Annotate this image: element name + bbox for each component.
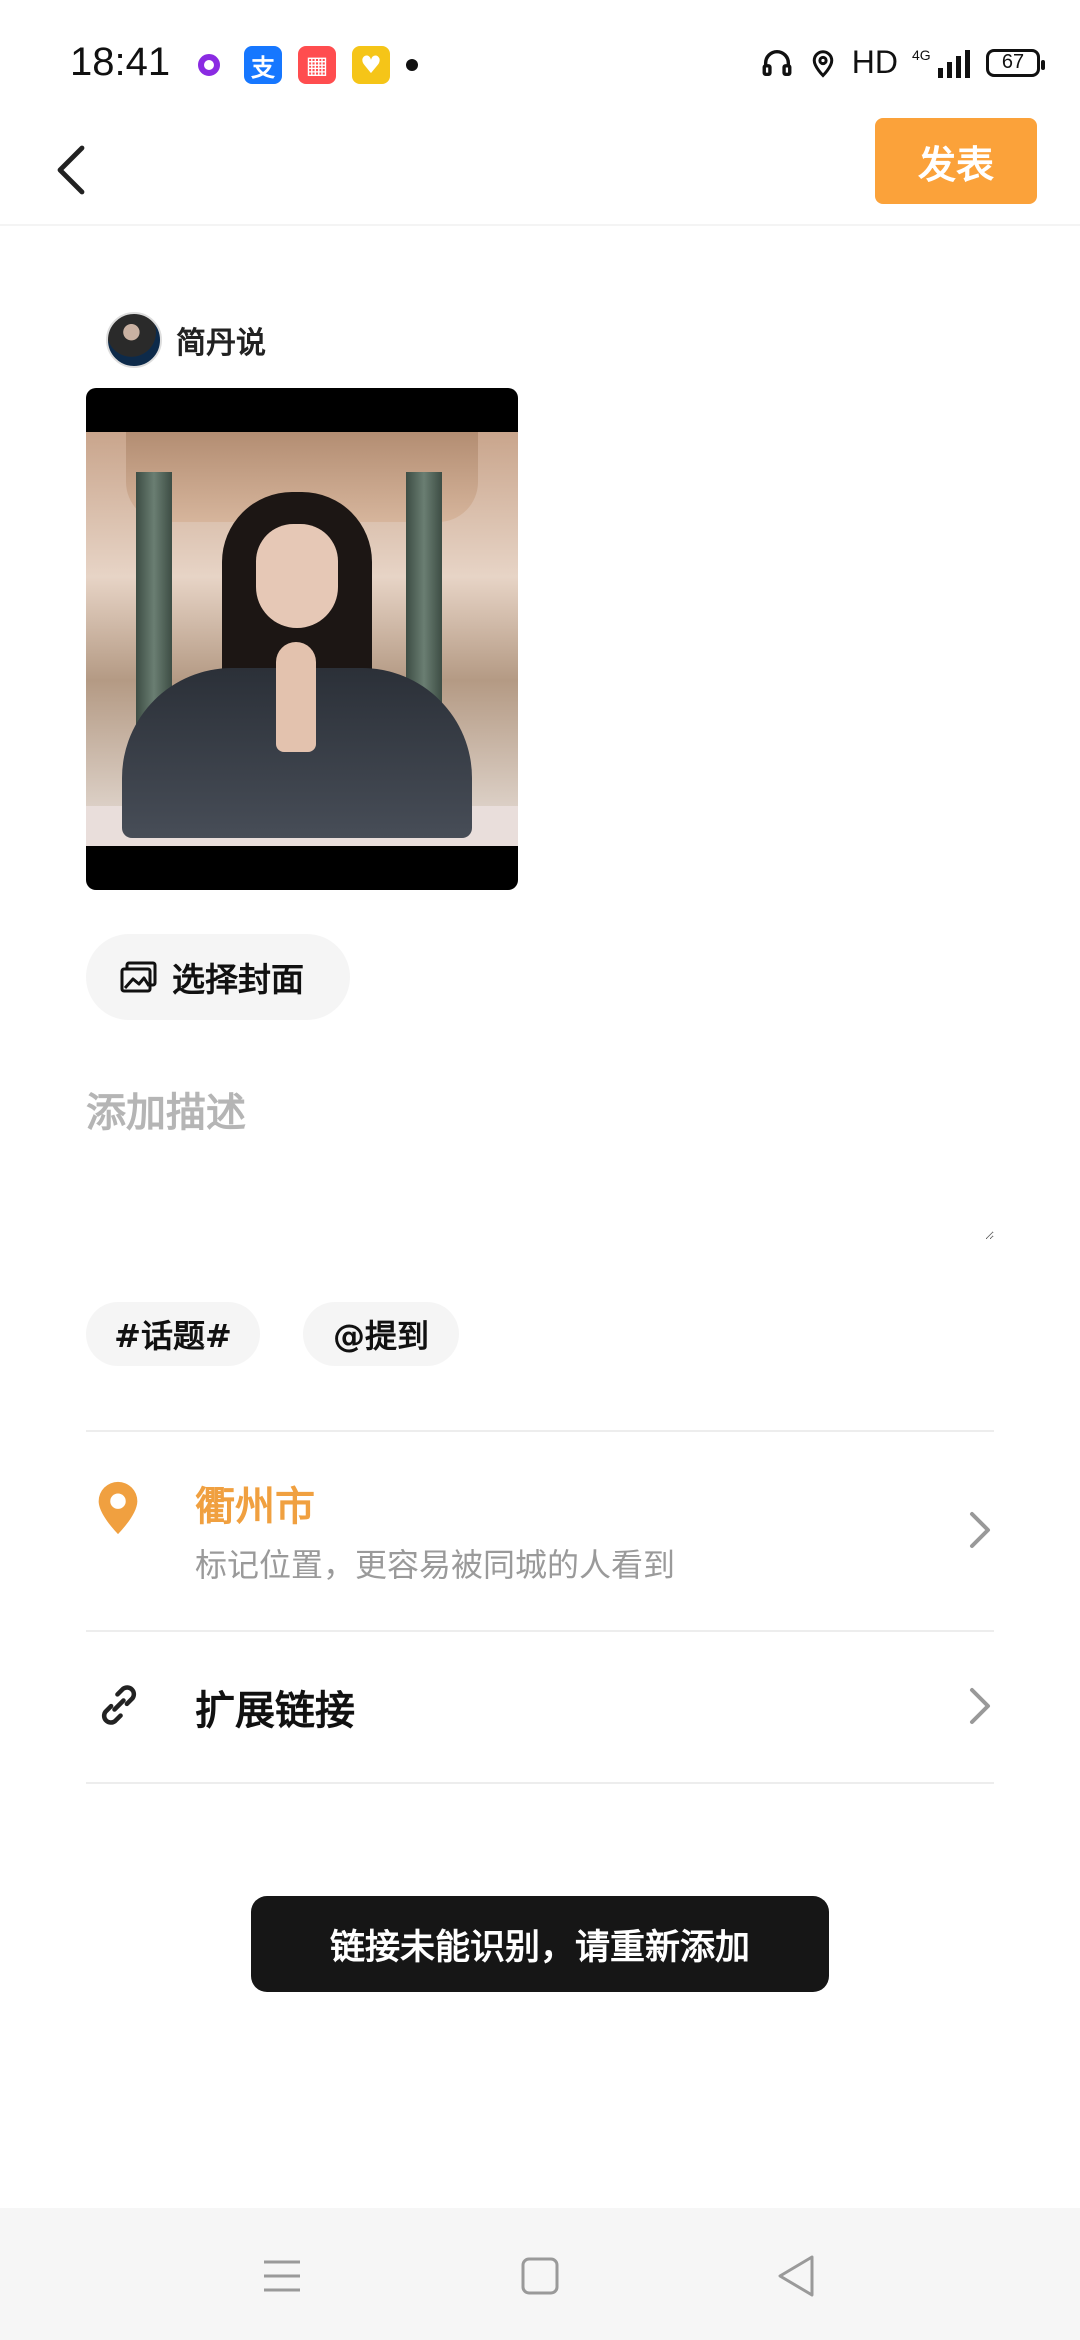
system-navigation-bar (0, 2208, 1080, 2340)
battery-icon: 67 (986, 48, 1045, 77)
publish-button[interactable]: 发表 (875, 118, 1037, 204)
more-dot-icon (406, 59, 418, 71)
purple-ring-icon (198, 54, 220, 76)
back-arrow-icon (57, 145, 85, 195)
select-cover-label: 选择封面 (172, 960, 304, 999)
person-hands (276, 642, 316, 752)
battery-level: 67 (1001, 51, 1025, 73)
notification-icons: 支 ▦ ♥ (190, 46, 418, 84)
image-icon (120, 961, 157, 993)
home-square-icon (521, 2257, 559, 2295)
location-hint: 标记位置，更容易被同城的人看到 (195, 1546, 676, 1584)
headset-icon (762, 49, 792, 76)
alipay-icon: 支 (244, 46, 282, 84)
svg-text:4G: 4G (912, 47, 931, 63)
extension-link-row[interactable]: 扩展链接 (86, 1632, 994, 1782)
status-bar: 18:41 支 ▦ ♥ HD 4G 67 (0, 0, 1080, 120)
menu-icon (264, 2260, 300, 2292)
signal-icon: 4G (912, 47, 970, 78)
topic-tag-button[interactable]: #话题# (86, 1302, 260, 1366)
toast-message: 链接未能识别，请重新添加 (251, 1896, 829, 1992)
home-button[interactable] (510, 2246, 570, 2306)
person-face (256, 524, 338, 628)
description-input[interactable] (86, 1080, 994, 1240)
author-info: 简丹说 (106, 312, 266, 368)
location-city: 衢州市 (195, 1484, 315, 1530)
avatar (106, 312, 162, 368)
chevron-right-icon (970, 1688, 990, 1724)
location-row[interactable]: 衢州市 标记位置，更容易被同城的人看到 (86, 1432, 994, 1630)
select-cover-button[interactable]: 选择封面 (86, 934, 350, 1020)
chevron-right-icon (970, 1512, 990, 1548)
system-icons: HD 4G 67 (760, 44, 1045, 81)
extension-link-label: 扩展链接 (195, 1688, 355, 1734)
location-pin-icon (98, 1481, 138, 1535)
menu-button[interactable] (252, 2246, 312, 2306)
location-pin-icon (812, 49, 834, 78)
back-nav-button[interactable] (766, 2246, 826, 2306)
game-app-icon: ▦ (298, 46, 336, 84)
mention-tag-button[interactable]: @提到 (303, 1302, 459, 1366)
status-time: 18:41 (70, 40, 171, 84)
top-nav: 发表 (0, 118, 1080, 226)
yellow-app-icon: ♥ (352, 46, 390, 84)
link-icon (101, 1685, 137, 1725)
video-frame (86, 432, 518, 846)
divider (86, 1782, 994, 1784)
back-button[interactable] (30, 130, 110, 210)
video-thumbnail[interactable] (86, 388, 518, 890)
author-name: 简丹说 (176, 326, 266, 361)
hd-label: HD (851, 44, 898, 80)
back-triangle-icon (778, 2255, 814, 2297)
